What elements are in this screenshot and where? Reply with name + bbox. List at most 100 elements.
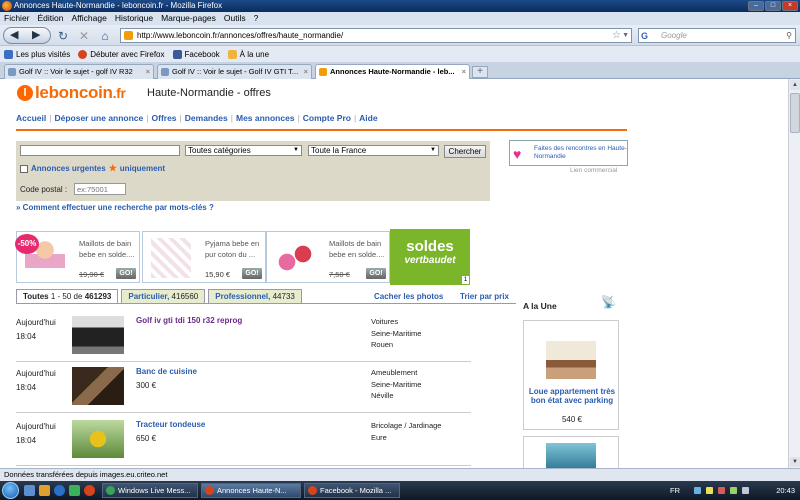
featured-image: [546, 443, 596, 468]
page-scrollbar[interactable]: ▲ ▼: [788, 79, 800, 468]
tab-golf-r32[interactable]: Golf IV :: Voir le sujet - golf IV R32 ×: [4, 64, 154, 79]
keyword-search-input[interactable]: [20, 145, 180, 156]
product-ad[interactable]: -50% Maillots de bain bebe en solde.... …: [15, 231, 140, 283]
minimize-button[interactable]: –: [748, 1, 764, 11]
urgent-checkbox[interactable]: [20, 164, 28, 173]
nav-demandes[interactable]: Demandes: [185, 113, 228, 123]
nav-compte-pro[interactable]: Compte Pro: [303, 113, 351, 123]
listing-thumbnail[interactable]: [72, 420, 124, 458]
listing-thumbnail[interactable]: [72, 316, 124, 354]
tab-close-icon[interactable]: ×: [304, 65, 308, 79]
scroll-down-icon[interactable]: ▼: [790, 457, 800, 467]
featured-ad-2[interactable]: [523, 436, 619, 468]
home-icon[interactable]: ⌂: [97, 28, 113, 44]
sort-by-price-link[interactable]: Trier par prix: [460, 292, 509, 301]
bookmark-facebook[interactable]: Facebook: [172, 49, 220, 59]
tab-leboncoin[interactable]: Annonces Haute-Normandie - leb... ×: [315, 64, 470, 80]
featured-ad[interactable]: Loue appartement très bon état avec park…: [523, 320, 619, 430]
bookmark-most-visited[interactable]: Les plus visités: [4, 49, 70, 59]
search-button[interactable]: Chercher: [444, 145, 486, 158]
listing-title[interactable]: Banc de cuisine: [136, 367, 197, 376]
go-button[interactable]: GO!: [366, 268, 386, 279]
nav-deposer-annonce[interactable]: Déposer une annonce: [54, 113, 143, 123]
scroll-up-icon[interactable]: ▲: [790, 80, 800, 90]
tray-icon[interactable]: [706, 487, 713, 494]
tab-close-icon[interactable]: ×: [462, 65, 466, 79]
vertbaudet-banner[interactable]: soldes vertbaudet 1: [390, 229, 470, 285]
web-search-input[interactable]: G Google ⚲: [638, 28, 796, 43]
listing-item[interactable]: Aujourd'hui 18:04 Golf iv gti tdi 150 r32…: [16, 316, 471, 362]
start-button[interactable]: [2, 482, 19, 499]
product-title: Maillots de bain bebe en solde....: [79, 239, 135, 259]
scroll-thumb[interactable]: [790, 93, 800, 133]
listing-title[interactable]: Tracteur tondeuse: [136, 420, 205, 429]
nav-mes-annonces[interactable]: Mes annonces: [236, 113, 295, 123]
clock[interactable]: 20:43: [776, 483, 795, 498]
menu-fichier[interactable]: Fichier: [4, 12, 30, 25]
tab-all[interactable]: Toutes 1 - 50 de 461293: [16, 289, 119, 303]
url-bar[interactable]: http://www.leboncoin.fr/annonces/offres/…: [120, 28, 632, 43]
go-button[interactable]: GO!: [242, 268, 262, 279]
go-button[interactable]: GO!: [116, 268, 136, 279]
bookmark-star-icon[interactable]: ☆: [612, 29, 621, 42]
tabs-divider: [16, 303, 516, 304]
taskbar-facebook[interactable]: Facebook - Mozilla ...: [304, 483, 400, 498]
menu-edition[interactable]: Édition: [38, 12, 64, 25]
dating-promo-box[interactable]: ♥ Faites des rencontres en Haute-Normand…: [509, 140, 628, 166]
ie-icon[interactable]: [54, 485, 65, 496]
bookmark-a-la-une[interactable]: À la une: [227, 49, 269, 59]
menu-outils[interactable]: Outils: [224, 12, 246, 25]
search-icon[interactable]: ⚲: [786, 29, 792, 42]
menu-help[interactable]: ?: [254, 12, 259, 25]
nav-aide[interactable]: Aide: [359, 113, 377, 123]
forward-arrow-icon[interactable]: ▶: [32, 28, 40, 43]
reload-icon[interactable]: ↻: [55, 28, 71, 44]
nav-accueil[interactable]: Accueil: [16, 113, 46, 123]
volume-icon[interactable]: [742, 487, 749, 494]
back-arrow-icon[interactable]: ◀: [10, 28, 18, 43]
menu-historique[interactable]: Historique: [115, 12, 153, 25]
tab-golf-gti[interactable]: Golf IV :: Voir le sujet - Golf IV GTI T…: [157, 64, 312, 79]
taskbar-messenger[interactable]: Windows Live Mess...: [102, 483, 198, 498]
quick-launch-icon[interactable]: [39, 485, 50, 496]
heart-icon: ♥: [513, 146, 522, 162]
rss-icon: [227, 49, 237, 59]
tab-professional[interactable]: Professionnel, 44733: [208, 289, 302, 303]
menu-marque-pages[interactable]: Marque-pages: [161, 12, 216, 25]
product-ad[interactable]: Pyjama bebe en pur coton du ... 15,90 € …: [142, 231, 266, 283]
location-select[interactable]: Toute la France ▼: [308, 145, 439, 156]
category-select[interactable]: Toutes catégories ▼: [185, 145, 302, 156]
taskbar-leboncoin[interactable]: Annonces Haute-N...: [201, 483, 301, 498]
url-dropdown-icon[interactable]: ▼: [622, 29, 629, 42]
listing-item[interactable]: Aujourd'hui 18:04 Banc de cuisine 300 € A…: [16, 367, 471, 413]
language-indicator[interactable]: FR: [670, 483, 680, 498]
site-logo[interactable]: l leboncoin.fr: [17, 83, 126, 103]
featured-title[interactable]: Loue appartement très bon état avec park…: [528, 387, 616, 405]
listing-thumbnail[interactable]: [72, 367, 124, 405]
tab-private[interactable]: Particulier, 416560: [121, 289, 206, 303]
listing-title[interactable]: Golf iv gti tdi 150 r32 reprog: [136, 316, 242, 325]
keyword-help-link[interactable]: » Comment effectuer une recherche par mo…: [16, 203, 214, 212]
tray-icon[interactable]: [718, 487, 725, 494]
show-desktop-icon[interactable]: [24, 485, 35, 496]
firefox-icon[interactable]: [84, 485, 95, 496]
new-tab-button[interactable]: +: [472, 66, 488, 78]
bookmarks-toolbar: Les plus visités Débuter avec Firefox Fa…: [0, 46, 800, 62]
listing-item[interactable]: Aujourd'hui 18:04 Tracteur tondeuse 650 €…: [16, 420, 471, 466]
tray-icon[interactable]: [694, 487, 701, 494]
quick-launch-icon[interactable]: [69, 485, 80, 496]
nav-offres[interactable]: Offres: [152, 113, 177, 123]
tab-close-icon[interactable]: ×: [146, 65, 150, 79]
google-icon[interactable]: G: [641, 30, 648, 43]
close-window-button[interactable]: ×: [782, 1, 798, 11]
product-ad[interactable]: Maillots de bain bebe en solde.... 7,50 …: [266, 231, 390, 283]
listing-date: Aujourd'hui 18:04: [16, 422, 56, 445]
urgent-label[interactable]: Annonces urgentes: [31, 164, 106, 173]
network-icon[interactable]: [730, 487, 737, 494]
postal-code-input[interactable]: [74, 183, 126, 195]
menu-affichage[interactable]: Affichage: [72, 12, 107, 25]
stop-icon[interactable]: ✕: [76, 28, 92, 44]
bookmark-getting-started[interactable]: Débuter avec Firefox: [78, 49, 165, 59]
hide-photos-link[interactable]: Cacher les photos: [374, 292, 443, 301]
maximize-button[interactable]: □: [765, 1, 781, 11]
